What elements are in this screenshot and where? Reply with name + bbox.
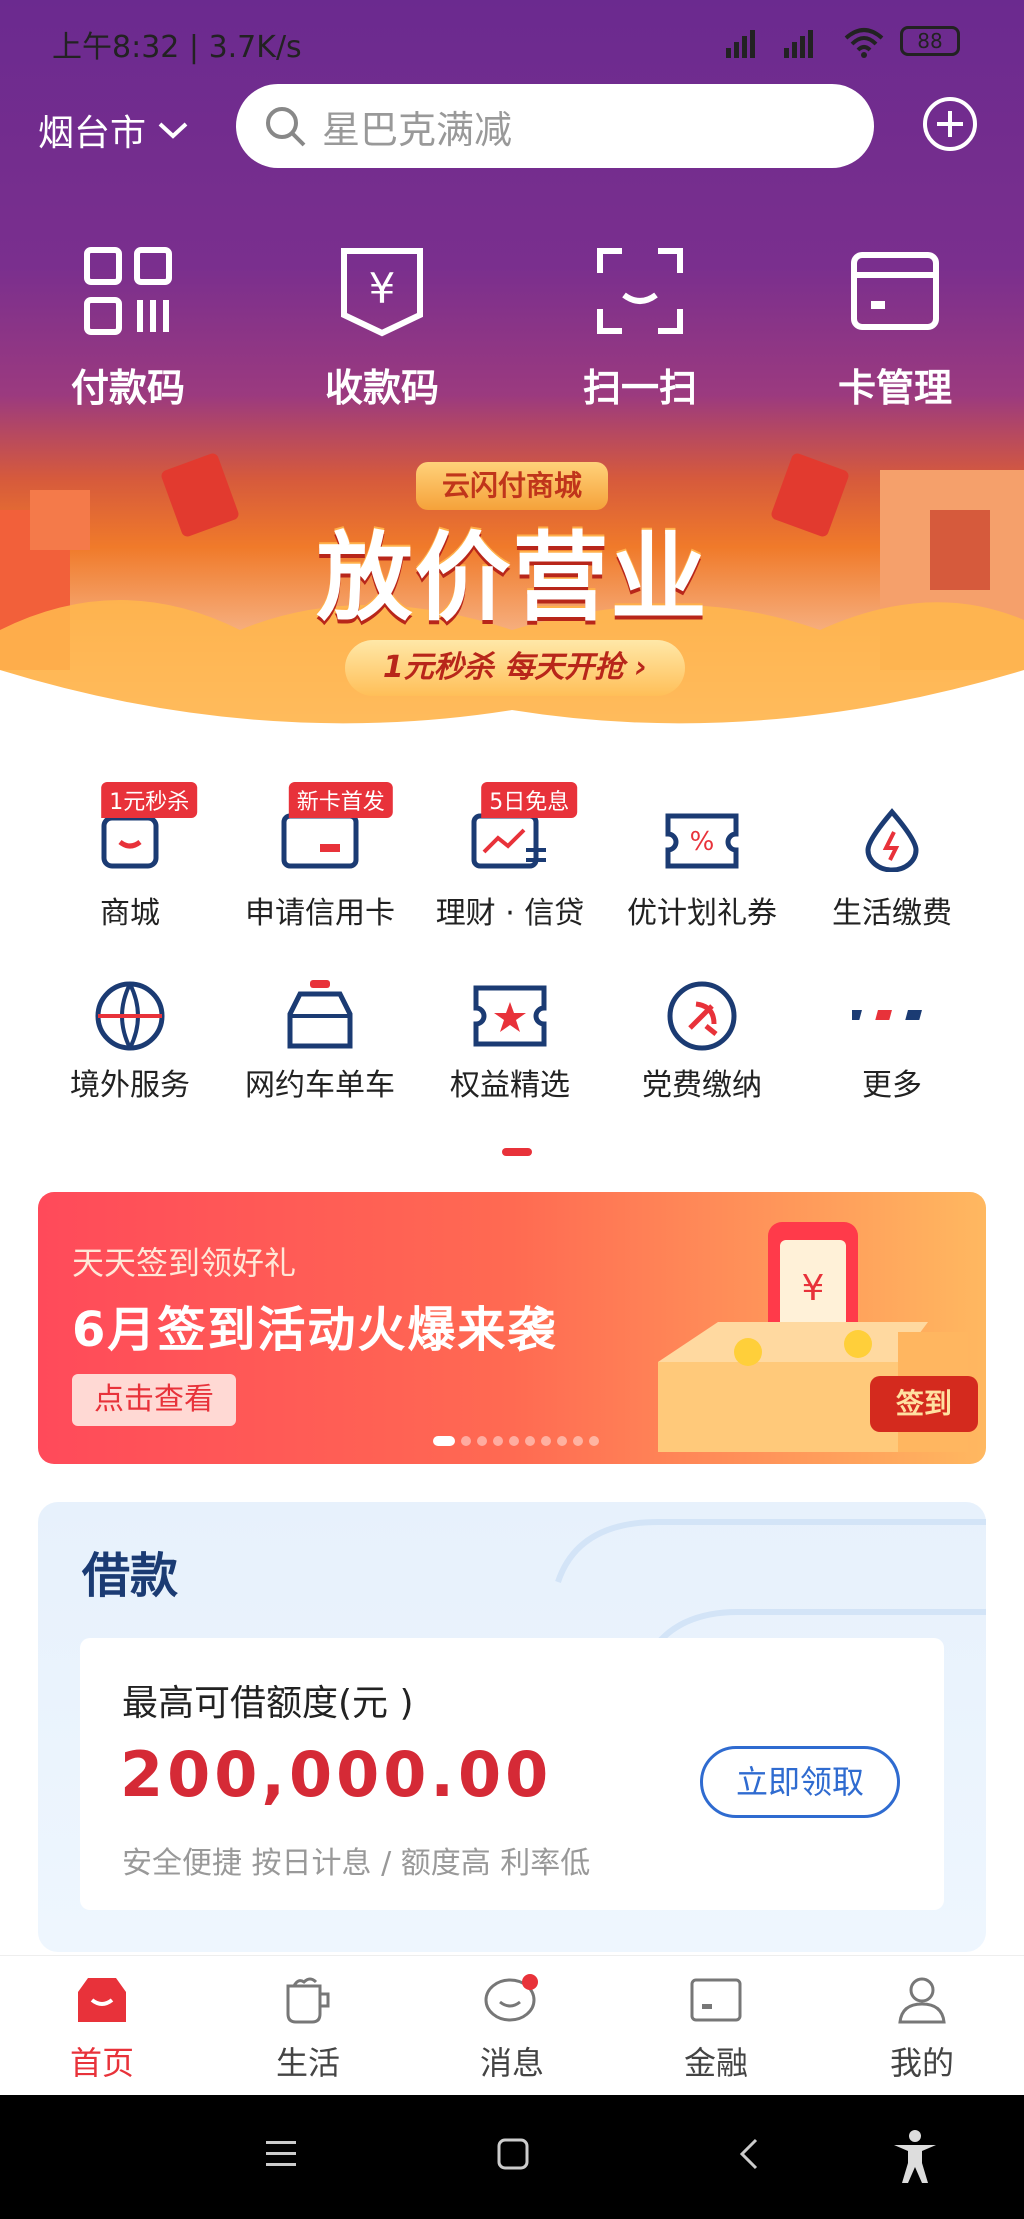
- service-overseas[interactable]: 境外服务: [40, 980, 220, 1104]
- banner-subtitle[interactable]: 1元秒杀 每天开抢 ›: [345, 640, 685, 696]
- banner-title: 放价营业: [316, 522, 709, 634]
- tab-messages[interactable]: 消息: [452, 1974, 572, 2084]
- search-placeholder: 星巴克满减: [322, 107, 513, 152]
- svg-text:¥: ¥: [369, 264, 396, 313]
- service-benefits[interactable]: 权益精选: [420, 980, 600, 1104]
- grid-page-indicator: [502, 1148, 532, 1156]
- accessibility-icon[interactable]: [890, 2129, 940, 2185]
- chevron-down-icon: [158, 122, 188, 139]
- checkin-promo-banner[interactable]: ¥ 天天签到领好礼 6月签到活动火爆来袭 点击查看 签到: [38, 1192, 986, 1464]
- utility-icon: [860, 808, 924, 873]
- view-button[interactable]: 点击查看: [72, 1374, 236, 1426]
- signal-icon: [722, 26, 862, 66]
- coupon-icon: %: [665, 808, 739, 872]
- more-icon: [845, 980, 924, 1044]
- tab-profile[interactable]: 我的: [862, 1974, 982, 2084]
- payment-code-button[interactable]: 付款码: [48, 245, 208, 412]
- finance-icon: 5日免息: [471, 782, 578, 872]
- tab-life[interactable]: 生活: [248, 1974, 368, 2084]
- card-manage-button[interactable]: 卡管理: [815, 245, 975, 412]
- party-icon: [667, 980, 737, 1051]
- car-icon: [287, 980, 353, 1049]
- system-nav-bar: [0, 2095, 1024, 2219]
- wifi-icon: [842, 24, 886, 64]
- loan-description: 安全便捷 按日计息 / 额度高 利率低: [122, 1846, 591, 1881]
- sign-in-button[interactable]: 签到: [870, 1376, 978, 1432]
- back-icon[interactable]: [736, 2137, 760, 2171]
- loan-info-panel: 最高可借额度(元 ) 200,000.00 安全便捷 按日计息 / 额度高 利率…: [80, 1638, 944, 1910]
- service-utility[interactable]: 生活缴费: [802, 808, 982, 932]
- star-ticket-icon: [473, 980, 547, 1047]
- service-finance[interactable]: 5日免息 理财 · 信贷: [420, 782, 600, 932]
- promo-page-indicator: [433, 1436, 599, 1446]
- globe-icon: [95, 980, 165, 1051]
- service-party-fee[interactable]: 党费缴纳: [612, 980, 792, 1104]
- menu-icon[interactable]: [264, 2139, 298, 2169]
- tab-finance[interactable]: 金融: [656, 1974, 776, 2084]
- city-selector[interactable]: 烟台市: [38, 104, 190, 156]
- scan-button[interactable]: 扫一扫: [560, 245, 720, 412]
- home-square-icon[interactable]: [496, 2137, 530, 2171]
- receive-code-button[interactable]: ¥ 收款码: [302, 245, 462, 412]
- bottom-tab-bar: 首页 生活 消息 金融 我的: [0, 1955, 1024, 2096]
- chat-bubble-icon: [484, 1974, 538, 2022]
- mall-icon: 1元秒杀: [98, 782, 198, 872]
- service-credit-card[interactable]: 新卡首发 申请信用卡: [230, 782, 410, 932]
- claim-button[interactable]: 立即领取: [700, 1746, 900, 1818]
- yen-pocket-icon: ¥: [341, 248, 423, 337]
- qr-code-icon: [84, 247, 172, 335]
- search-icon: [266, 107, 306, 147]
- svg-text:¥: ¥: [802, 1268, 825, 1309]
- user-icon: [898, 1977, 946, 2024]
- wallet-card-icon: [690, 1978, 742, 2022]
- svg-text:%: %: [690, 827, 715, 857]
- service-ride[interactable]: 网约车单车: [230, 980, 410, 1104]
- loan-card: 借款 最高可借额度(元 ) 200,000.00 安全便捷 按日计息 / 额度高…: [38, 1502, 986, 1952]
- battery-icon: 88: [900, 26, 960, 56]
- tab-home[interactable]: 首页: [42, 1974, 162, 2084]
- search-input[interactable]: 星巴克满减: [236, 84, 874, 168]
- home-icon: [78, 1978, 126, 2022]
- scan-icon: [597, 248, 683, 334]
- service-coupon[interactable]: % 优计划礼券: [612, 808, 792, 932]
- loan-amount: 200,000.00: [120, 1738, 553, 1811]
- banner-badge: 云闪付商城: [416, 462, 608, 510]
- add-button[interactable]: [923, 97, 977, 151]
- service-mall[interactable]: 1元秒杀 商城: [40, 782, 220, 932]
- status-time: 上午8:32 | 3.7K/s: [52, 30, 302, 65]
- cup-icon: [286, 1977, 330, 2024]
- card-icon: [851, 252, 939, 330]
- credit-card-icon: 新卡首发: [281, 782, 393, 872]
- loan-title: 借款: [82, 1548, 179, 1604]
- service-more[interactable]: 更多: [802, 980, 982, 1104]
- loan-limit-label: 最高可借额度(元 ): [122, 1683, 414, 1724]
